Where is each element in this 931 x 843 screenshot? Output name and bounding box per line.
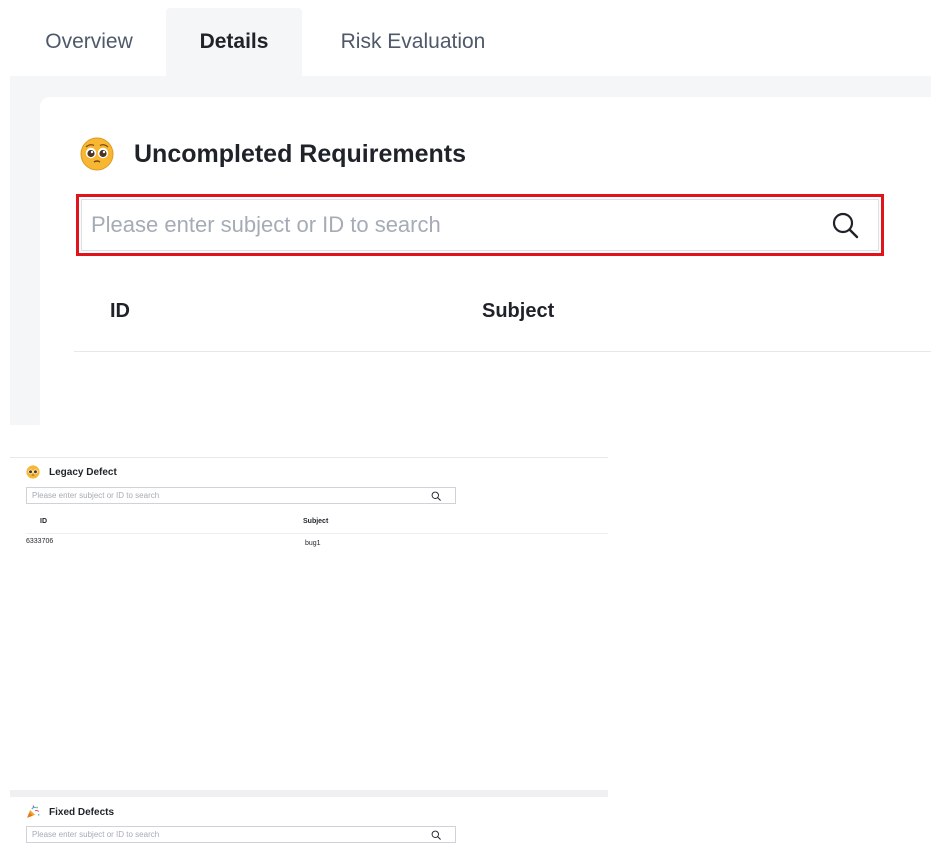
uncompleted-search-field <box>81 199 879 251</box>
table-header-divider <box>26 533 608 534</box>
tab-risk-evaluation[interactable]: Risk Evaluation <box>308 8 518 76</box>
section-title: Fixed Defects <box>49 806 115 818</box>
column-header-subject[interactable]: Subject <box>482 300 554 323</box>
column-header-id[interactable]: ID <box>40 518 47 525</box>
table-cell-subject[interactable]: bug1 <box>305 540 321 547</box>
search-icon[interactable] <box>831 211 859 239</box>
search-input[interactable] <box>27 488 431 503</box>
column-header-subject[interactable]: Subject <box>303 518 328 525</box>
fixed-search-field <box>26 826 456 843</box>
tab-overview[interactable]: Overview <box>20 8 158 76</box>
search-icon[interactable] <box>431 830 441 840</box>
tab-details[interactable]: Details <box>166 8 302 76</box>
zoomed-details-view: Overview Details Risk Evaluation Uncompl… <box>0 0 931 425</box>
section-title: Legacy Defect <box>49 466 117 478</box>
search-input[interactable] <box>82 200 831 250</box>
section-title: Uncompleted Requirements <box>134 139 467 168</box>
search-input[interactable] <box>27 827 431 842</box>
section-divider <box>10 457 608 458</box>
pleading-face-icon <box>26 465 40 479</box>
pleading-face-icon <box>80 137 114 171</box>
section-divider <box>10 790 608 797</box>
party-popper-icon <box>27 805 40 818</box>
search-icon[interactable] <box>431 491 441 501</box>
uncompleted-requirements-header: Uncompleted Requirements <box>80 134 466 174</box>
column-header-id[interactable]: ID <box>110 300 130 323</box>
table-header-divider <box>74 351 931 352</box>
table-cell-id[interactable]: 6333706 <box>26 538 53 545</box>
legacy-defect-header: Legacy Defect <box>26 464 117 480</box>
legacy-search-field <box>26 487 456 504</box>
tab-bar: Overview Details Risk Evaluation <box>0 0 931 76</box>
fixed-defects-header: Fixed Defects <box>26 804 114 820</box>
